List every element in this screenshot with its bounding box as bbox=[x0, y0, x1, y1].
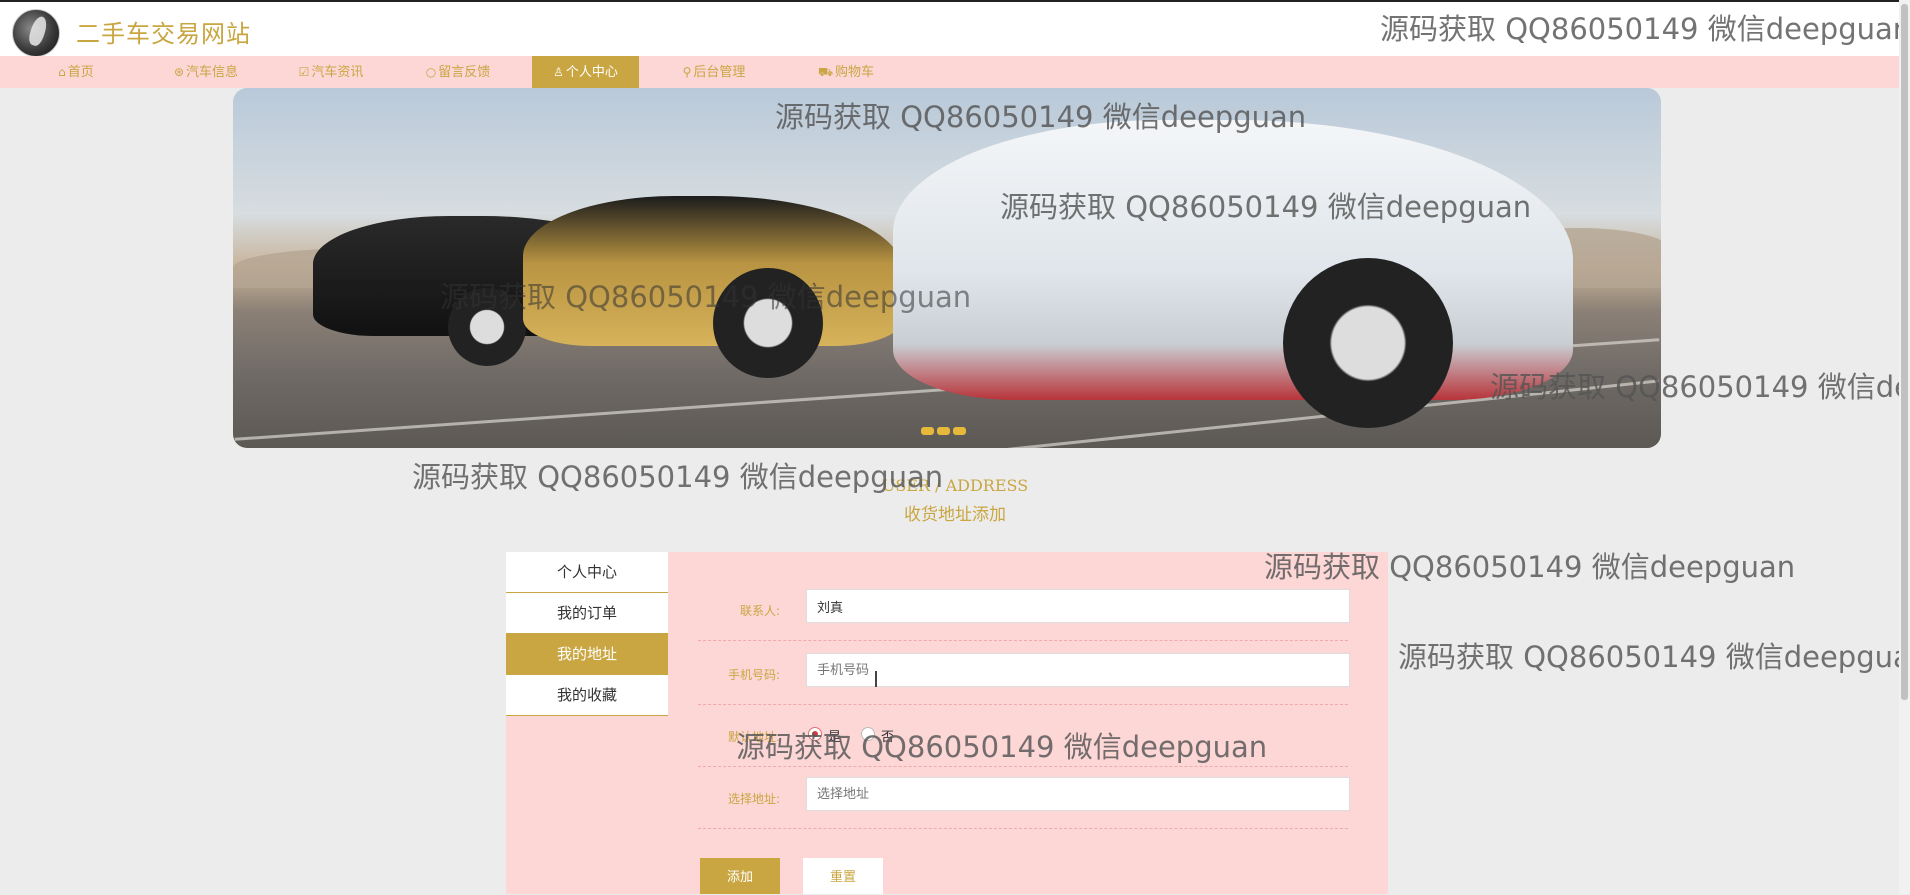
user-icon: ♙ bbox=[553, 65, 564, 79]
nav-car-news[interactable]: ☑ 汽车资讯 bbox=[285, 56, 377, 88]
carousel-indicators bbox=[921, 420, 969, 439]
carousel-dot[interactable] bbox=[953, 427, 966, 435]
carousel-dot[interactable] bbox=[937, 427, 950, 435]
nav-admin[interactable]: ⚲ 后台管理 bbox=[668, 56, 760, 88]
sidebar-item-address[interactable]: 我的地址 bbox=[506, 634, 668, 675]
nav-car-info-label: 汽车信息 bbox=[186, 65, 239, 80]
watermark-text: 源码获取 QQ86050149 微信deepguan bbox=[775, 100, 1307, 134]
add-button[interactable]: 添加 bbox=[700, 858, 780, 894]
banner-wheel bbox=[1283, 258, 1453, 428]
nav-home[interactable]: ⌂ 首页 bbox=[40, 56, 112, 88]
site-logo[interactable] bbox=[12, 9, 60, 57]
carousel-dot[interactable] bbox=[921, 427, 934, 435]
watermark-text: 源码获取 QQ86050149 微信deepguan bbox=[736, 730, 1268, 764]
scroll-thumb[interactable] bbox=[1901, 4, 1908, 700]
nav-home-label: 首页 bbox=[67, 65, 94, 80]
contact-input[interactable] bbox=[806, 589, 1350, 623]
user-sidebar: 个人中心 我的订单 我的地址 我的收藏 bbox=[506, 552, 668, 894]
banner-carousel[interactable] bbox=[233, 88, 1661, 448]
address-form: 联系人: 手机号码: 默认地址: 是 否 选择地址: 添加 重置 bbox=[668, 552, 1388, 894]
phone-label: 手机号码: bbox=[727, 668, 780, 682]
watermark-text: 源码获取 QQ86050149 微信deepguan bbox=[1490, 370, 1910, 404]
news-icon: ☑ bbox=[298, 65, 310, 79]
link-icon: ⚲ bbox=[682, 65, 692, 79]
comment-icon: ○ bbox=[425, 65, 437, 79]
nav-car-news-label: 汽车资讯 bbox=[311, 65, 364, 80]
contact-label: 联系人: bbox=[739, 604, 780, 618]
watermark-text: 源码获取 QQ86050149 微信deepguan bbox=[440, 280, 972, 314]
sidebar-item-user-center[interactable]: 个人中心 bbox=[506, 552, 668, 593]
watermark-text: 源码获取 QQ86050149 微信deepguan bbox=[1264, 550, 1796, 584]
watermark-text: 源码获取 QQ86050149 微信deepguan bbox=[1398, 640, 1910, 674]
address-input[interactable] bbox=[806, 777, 1350, 811]
contact-row: 联系人: bbox=[698, 578, 1350, 641]
main-nav: ⌂ 首页 ⊛ 汽车信息 ☑ 汽车资讯 ○ 留言反馈 ♙ 个人中心 ⚲ 后台管理 ⛟ 购物车 bbox=[0, 56, 1910, 88]
section-subtitle: USER / ADDRESS bbox=[881, 476, 1029, 495]
sidebar-item-orders[interactable]: 我的订单 bbox=[506, 593, 668, 634]
nav-cart-label: 购物车 bbox=[835, 65, 875, 80]
nav-admin-label: 后台管理 bbox=[693, 65, 746, 80]
address-label: 选择地址: bbox=[727, 792, 780, 806]
nav-user-center-label: 个人中心 bbox=[565, 65, 618, 80]
nav-feedback-label: 留言反馈 bbox=[438, 65, 491, 80]
section-title: 收货地址添加 bbox=[904, 505, 1006, 525]
watermark-text: 源码获取 QQ86050149 微信deepguan bbox=[1380, 12, 1910, 46]
reset-button[interactable]: 重置 bbox=[803, 858, 883, 894]
cart-icon: ⛟ bbox=[817, 65, 834, 79]
site-title[interactable]: 二手车交易网站 bbox=[76, 14, 251, 49]
car-info-icon: ⊛ bbox=[173, 65, 185, 79]
page-scrollbar[interactable] bbox=[1899, 0, 1910, 894]
watermark-text: 源码获取 QQ86050149 微信deepguan bbox=[1000, 190, 1532, 224]
nav-feedback[interactable]: ○ 留言反馈 bbox=[412, 56, 504, 88]
sidebar-item-favorites[interactable]: 我的收藏 bbox=[506, 675, 668, 716]
text-cursor bbox=[875, 671, 877, 687]
address-row: 选择地址: bbox=[698, 766, 1350, 829]
home-icon: ⌂ bbox=[58, 65, 66, 79]
nav-car-info[interactable]: ⊛ 汽车信息 bbox=[160, 56, 252, 88]
phone-row: 手机号码: bbox=[698, 642, 1350, 705]
nav-user-center[interactable]: ♙ 个人中心 bbox=[532, 56, 639, 88]
banner-car-white bbox=[893, 120, 1573, 400]
nav-cart[interactable]: ⛟ 购物车 bbox=[808, 56, 884, 88]
phone-input[interactable] bbox=[806, 653, 1350, 687]
watermark-text: 源码获取 QQ86050149 微信deepguan bbox=[412, 460, 944, 494]
